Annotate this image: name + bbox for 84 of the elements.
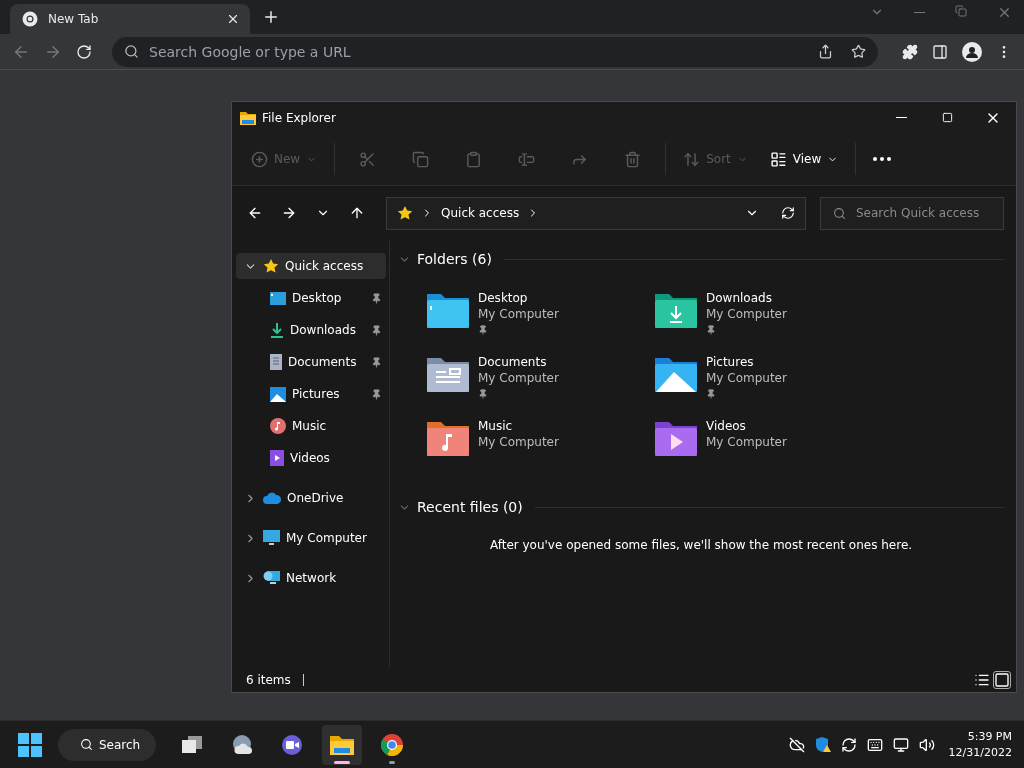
folder-icon bbox=[240, 110, 256, 125]
chrome-logo-icon bbox=[22, 11, 38, 27]
shield-warning-icon[interactable] bbox=[814, 736, 831, 753]
star-icon bbox=[397, 205, 413, 221]
clipboard-icon bbox=[465, 150, 483, 168]
search-icon bbox=[833, 206, 846, 220]
address-field[interactable]: Quick access bbox=[386, 196, 806, 230]
nav-item[interactable]: Pictures bbox=[236, 381, 386, 407]
refresh-icon[interactable] bbox=[781, 206, 795, 220]
chat-icon bbox=[280, 733, 304, 756]
extensions-icon[interactable] bbox=[902, 43, 918, 60]
plus-circle-icon bbox=[251, 150, 268, 168]
nav-item[interactable]: Network bbox=[236, 565, 386, 591]
network-icon[interactable] bbox=[892, 736, 909, 753]
list-icon bbox=[769, 150, 787, 168]
picture-icon bbox=[270, 386, 286, 402]
folder-tile[interactable]: Videos My Computer bbox=[654, 418, 882, 482]
profile-avatar-icon[interactable] bbox=[962, 41, 982, 62]
document-icon bbox=[270, 354, 282, 370]
folder-tile[interactable]: Downloads My Computer bbox=[654, 290, 882, 354]
folder-tile[interactable]: Pictures My Computer bbox=[654, 354, 882, 418]
view-button[interactable]: View bbox=[760, 142, 848, 176]
nav-item[interactable]: Desktop bbox=[236, 285, 386, 311]
scissors-icon bbox=[359, 150, 377, 168]
group-title: Recent files (0) bbox=[417, 499, 523, 515]
minimize-icon[interactable] bbox=[914, 11, 925, 13]
trash-icon bbox=[624, 150, 642, 168]
volume-icon[interactable] bbox=[918, 736, 935, 753]
breadcrumb[interactable]: Quick access bbox=[441, 206, 520, 220]
side-panel-icon[interactable] bbox=[932, 43, 948, 60]
nav-item[interactable]: Documents bbox=[236, 349, 386, 375]
keyboard-icon[interactable] bbox=[866, 736, 883, 753]
star-icon bbox=[263, 258, 279, 274]
search-icon bbox=[124, 44, 139, 59]
nav-item[interactable]: Downloads bbox=[236, 317, 386, 343]
browser-tab[interactable]: New Tab bbox=[10, 4, 250, 34]
close-tab-icon[interactable] bbox=[226, 12, 240, 26]
up-icon[interactable] bbox=[349, 205, 365, 221]
task-view-icon bbox=[181, 734, 203, 755]
search-field[interactable]: Search Quick access bbox=[820, 196, 1004, 230]
reload-icon[interactable] bbox=[76, 43, 92, 60]
desktop-icon bbox=[270, 291, 286, 305]
folder-tile[interactable]: Desktop My Computer bbox=[426, 290, 654, 354]
tiles-view-button[interactable] bbox=[994, 671, 1010, 688]
empty-message: After you've opened some files, we'll show the most recent ones here. bbox=[488, 537, 914, 552]
folder-tile[interactable]: Documents My Computer bbox=[426, 354, 654, 418]
sync-icon[interactable] bbox=[840, 736, 857, 753]
cloud-off-icon[interactable] bbox=[788, 736, 805, 753]
copy-icon bbox=[412, 150, 430, 168]
item-count: 6 items bbox=[246, 672, 291, 687]
weather-icon bbox=[230, 733, 254, 756]
nav-item[interactable]: Quick access bbox=[236, 253, 386, 279]
cloud-icon bbox=[263, 492, 281, 504]
bookmark-star-icon[interactable] bbox=[851, 44, 866, 59]
folder-tile[interactable]: Music My Computer bbox=[426, 418, 654, 482]
window-title: File Explorer bbox=[262, 110, 336, 125]
nav-item[interactable]: Videos bbox=[236, 445, 386, 471]
nav-item[interactable]: My Computer bbox=[236, 525, 386, 551]
search-icon bbox=[80, 738, 93, 751]
restore-icon[interactable] bbox=[955, 4, 967, 17]
new-tab-icon[interactable] bbox=[262, 8, 280, 26]
sort-icon bbox=[683, 150, 701, 168]
start-icon[interactable] bbox=[18, 732, 42, 757]
taskbar-search[interactable]: Search bbox=[58, 728, 156, 761]
address-bar[interactable]: Search Google or type a URL bbox=[112, 36, 878, 67]
nav-item[interactable]: OneDrive bbox=[236, 485, 386, 511]
file-explorer-icon bbox=[329, 733, 355, 756]
chrome-icon bbox=[380, 732, 404, 757]
more-icon bbox=[873, 157, 892, 161]
back-icon[interactable] bbox=[247, 205, 263, 221]
clock[interactable]: 5:39 PM 12/31/2022 bbox=[948, 728, 1012, 761]
music-icon bbox=[270, 418, 286, 434]
monitor-icon bbox=[263, 530, 280, 546]
rename-icon bbox=[518, 150, 536, 168]
network-icon bbox=[263, 570, 280, 586]
forward-icon[interactable] bbox=[281, 205, 297, 221]
nav-item[interactable]: Music bbox=[236, 413, 386, 439]
maximize-icon bbox=[941, 112, 953, 123]
video-icon bbox=[270, 450, 284, 466]
taskbar-app[interactable] bbox=[322, 724, 362, 765]
download-icon bbox=[270, 322, 284, 338]
minimize-icon bbox=[895, 117, 907, 118]
group-title: Folders (6) bbox=[417, 251, 492, 267]
share-icon[interactable] bbox=[818, 44, 833, 59]
